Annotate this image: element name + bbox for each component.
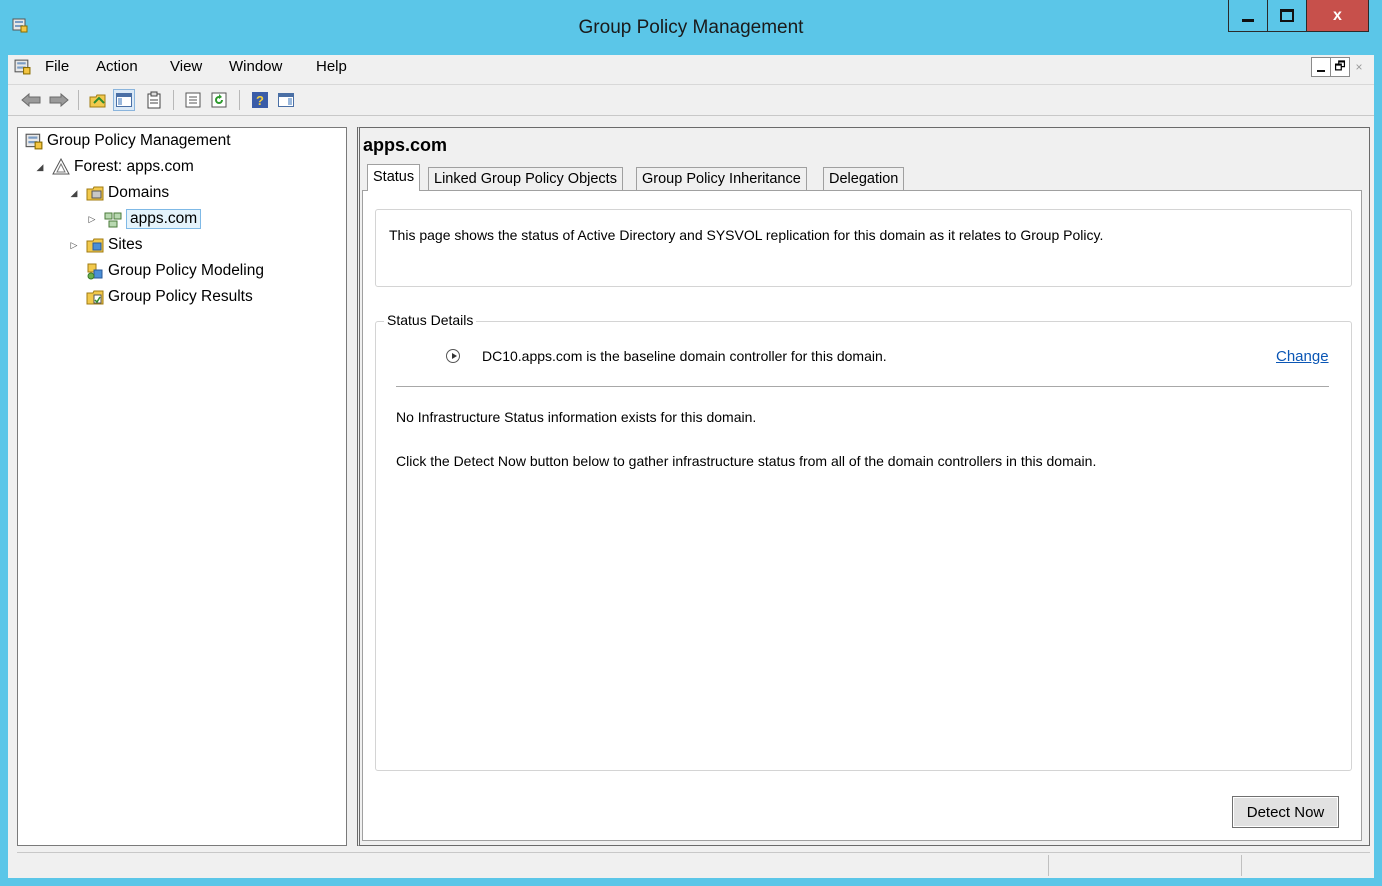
svg-text:?: ? [256, 93, 264, 108]
back-button[interactable] [20, 89, 42, 111]
status-bar [17, 852, 1370, 878]
status-tab-panel: This page shows the status of Active Dir… [362, 190, 1362, 841]
tree-label: Forest: apps.com [74, 158, 194, 175]
status-separator [1048, 855, 1049, 876]
tree-item-apps-com[interactable]: ▷ apps.com [86, 208, 202, 230]
tree-label: Group Policy Modeling [108, 262, 264, 279]
domain-icon [104, 212, 122, 228]
mdi-minimize-button[interactable] [1311, 57, 1331, 77]
clipboard-icon [147, 91, 161, 109]
menu-help[interactable]: Help [316, 58, 347, 75]
forward-arrow-icon [49, 93, 69, 107]
results-icon [86, 290, 104, 305]
action-pane-button[interactable] [275, 89, 297, 111]
close-button[interactable]: x [1307, 0, 1369, 32]
menu-bar: File Action View Window Help 🗗 × [8, 55, 1374, 79]
status-separator [1241, 855, 1242, 876]
tree-item-sites[interactable]: ▷ Sites [68, 234, 143, 256]
restore-icon: 🗗 [1334, 58, 1346, 73]
toolbar-separator [173, 90, 174, 110]
mdi-close-button[interactable]: × [1349, 57, 1369, 77]
tab-delegation[interactable]: Delegation [823, 167, 905, 190]
window-title: Group Policy Management [578, 17, 804, 38]
forward-button[interactable] [48, 89, 70, 111]
up-one-level-button[interactable] [87, 89, 109, 111]
show-hide-tree-icon [116, 93, 132, 107]
toolbar: ? [8, 84, 1374, 116]
tree-item-domains[interactable]: ◢ Domains [68, 182, 170, 204]
menu-window[interactable]: Window [229, 58, 282, 75]
tree-item-group-policy-management[interactable]: Group Policy Management [25, 130, 231, 152]
tree-item-group-policy-results[interactable]: Group Policy Results [86, 286, 253, 308]
gpm-console-icon [25, 133, 43, 150]
instructions-text: Click the Detect Now button below to gat… [396, 453, 1097, 469]
refresh-icon [211, 92, 227, 108]
maximize-icon [1280, 9, 1294, 22]
close-icon: x [1333, 6, 1342, 24]
tab-gp-inheritance[interactable]: Group Policy Inheritance [636, 167, 807, 190]
page-title: apps.com [363, 135, 448, 155]
console-tree: Group Policy Management ◢ Forest: apps.c… [17, 127, 347, 846]
action-pane-icon [278, 93, 294, 107]
maximize-button[interactable] [1268, 0, 1307, 32]
status-details-group: Status Details DC10.apps.com is the base… [375, 312, 1352, 771]
forest-icon [52, 158, 70, 175]
tab-status[interactable]: Status [367, 164, 421, 191]
status-details-title: Status Details [384, 312, 477, 328]
expand-triangle-icon[interactable]: ▷ [68, 240, 80, 251]
title-bar: Group Policy Management x [0, 0, 1382, 55]
refresh-button[interactable] [208, 89, 230, 111]
mdi-controls: 🗗 × [1311, 57, 1369, 77]
help-icon: ? [252, 92, 268, 108]
properties-button[interactable] [182, 89, 204, 111]
back-arrow-icon [21, 93, 41, 107]
detect-now-button[interactable]: Detect Now [1232, 796, 1339, 828]
details-divider [396, 386, 1329, 387]
modeling-icon [87, 263, 103, 280]
info-box: This page shows the status of Active Dir… [375, 209, 1352, 287]
window-client: File Action View Window Help 🗗 × ? Group… [8, 55, 1374, 878]
tree-label: Sites [108, 236, 143, 253]
minimize-button[interactable] [1228, 0, 1268, 32]
up-folder-icon [89, 94, 106, 108]
expand-arrow-icon[interactable] [446, 349, 460, 363]
minimize-icon [1317, 70, 1325, 72]
domains-folder-icon [86, 186, 104, 201]
show-hide-tree-button[interactable] [113, 89, 135, 111]
collapse-triangle-icon[interactable]: ◢ [68, 188, 80, 199]
tree-item-forest[interactable]: ◢ Forest: apps.com [34, 156, 194, 178]
sites-folder-icon [86, 238, 104, 253]
pane-splitter[interactable] [347, 127, 357, 846]
change-link[interactable]: Change [1276, 348, 1329, 365]
console-icon[interactable] [14, 58, 31, 75]
results-pane: apps.com Status Linked Group Policy Obje… [357, 127, 1370, 846]
no-info-text: No Infrastructure Status information exi… [396, 409, 757, 425]
toolbar-separator [78, 90, 79, 110]
tree-label-selected: apps.com [126, 209, 202, 229]
minimize-icon [1242, 19, 1254, 22]
info-text: This page shows the status of Active Dir… [389, 227, 1104, 243]
mdi-restore-button[interactable]: 🗗 [1330, 57, 1350, 77]
toolbar-separator [239, 90, 240, 110]
menu-view[interactable]: View [170, 58, 202, 75]
expand-triangle-icon[interactable]: ▷ [86, 214, 98, 225]
menu-action[interactable]: Action [96, 58, 138, 75]
tree-label: Group Policy Results [108, 288, 253, 305]
tab-linked-gpos[interactable]: Linked Group Policy Objects [428, 167, 623, 190]
tree-label: Domains [108, 184, 170, 201]
properties-icon [185, 92, 201, 108]
menu-file[interactable]: File [45, 58, 69, 75]
tree-item-group-policy-modeling[interactable]: Group Policy Modeling [86, 260, 264, 282]
collapse-triangle-icon[interactable]: ◢ [34, 162, 46, 173]
clipboard-button[interactable] [143, 89, 165, 111]
tree-label: Group Policy Management [47, 132, 231, 149]
close-icon: × [1355, 60, 1363, 74]
baseline-dc-text: DC10.apps.com is the baseline domain con… [482, 348, 887, 364]
help-button[interactable]: ? [249, 89, 271, 111]
